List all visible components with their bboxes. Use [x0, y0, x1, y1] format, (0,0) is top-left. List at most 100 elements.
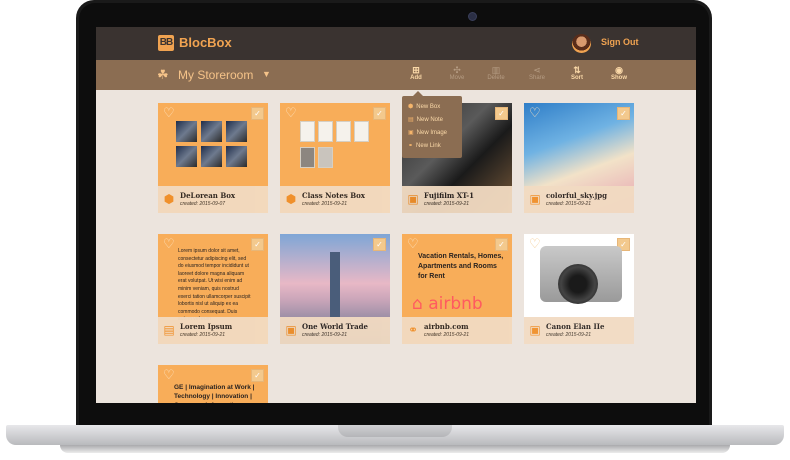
link-preview-text: Vacation Rentals, Homes, Apartments and …	[418, 253, 504, 280]
select-checkbox[interactable]: ✓	[495, 238, 508, 251]
move-button[interactable]: ✣ Move	[440, 65, 474, 81]
logo-icon[interactable]: BB	[158, 35, 174, 51]
add-dropdown-menu: ⬢ New Box ▤ New Note ▣ New Image ⚭ New Link	[402, 91, 462, 158]
note-icon: ▤	[163, 323, 175, 337]
card-date: created: 2015-09-21	[302, 332, 348, 338]
card-title: colorful_sky.jpg	[546, 191, 608, 200]
avatar[interactable]	[572, 34, 591, 53]
menu-item-label: New Image	[416, 130, 448, 136]
card-title: airbnb.com	[424, 322, 469, 331]
heart-icon[interactable]: ♡	[529, 237, 541, 250]
card-title: Lorem Ipsum	[180, 322, 233, 331]
storeroom-title[interactable]: My Storeroom	[178, 68, 253, 82]
card-colorful-sky[interactable]: ♡ ✓ ▣ colorful_sky.jpg created: 2015-09-…	[524, 103, 634, 213]
heart-icon[interactable]: ♡	[529, 106, 541, 119]
note-body: Lorem ipsum dolor sit amet, consectetur …	[178, 248, 251, 322]
card-footer: ▣ colorful_sky.jpg created: 2015-09-21	[524, 186, 634, 213]
card-date: created: 2015-09-21	[302, 201, 348, 207]
chevron-down-icon[interactable]: ▼	[262, 69, 271, 79]
card-footer: ⚭ airbnb.com created: 2015-09-21	[402, 317, 512, 344]
delete-label: Delete	[487, 75, 505, 81]
menu-item-label: New Box	[416, 104, 441, 110]
move-label: Move	[449, 75, 465, 81]
select-checkbox[interactable]: ✓	[251, 238, 264, 251]
card-delorean-box[interactable]: ♡ ✓ ⬢ DeLorean Box created: 2015-09-07	[158, 103, 268, 213]
app-name[interactable]: BlocBox	[179, 35, 232, 51]
share-icon: ⋖	[533, 65, 541, 75]
heart-icon[interactable]: ♡	[163, 237, 175, 250]
sort-icon: ⇅	[573, 65, 581, 75]
laptop-notch	[338, 425, 452, 437]
link-icon: ⚭	[407, 323, 419, 337]
card-footer: ▣ One World Trade created: 2015-09-21	[280, 317, 390, 344]
image-icon: ▣	[407, 192, 419, 206]
card-date: created: 2015-09-21	[424, 332, 470, 338]
menu-item-new-link[interactable]: ⚭ New Link	[408, 140, 441, 152]
card-date: created: 2015-09-21	[424, 201, 470, 207]
card-title: One World Trade	[302, 322, 368, 331]
top-bar: BB BlocBox Sign Out	[96, 27, 696, 60]
card-date: created: 2015-09-21	[546, 332, 592, 338]
camera-lens	[558, 264, 598, 304]
card-lorem-ipsum[interactable]: ♡ ✓ Lorem ipsum dolor sit amet, consecte…	[158, 234, 268, 344]
share-label: Share	[528, 75, 545, 81]
heart-icon[interactable]: ♡	[285, 106, 297, 119]
storeroom-icon: ☘	[157, 67, 169, 82]
select-checkbox[interactable]: ✓	[251, 107, 264, 120]
heart-icon[interactable]: ♡	[163, 368, 175, 381]
card-date: created: 2015-09-07	[180, 201, 226, 207]
share-button[interactable]: ⋖ Share	[520, 65, 554, 81]
add-icon: ⊞	[412, 65, 420, 75]
card-one-world-trade[interactable]: ✓ ▣ One World Trade created: 2015-09-21	[280, 234, 390, 344]
card-title: DeLorean Box	[180, 191, 236, 200]
heart-icon[interactable]: ♡	[407, 237, 419, 250]
heart-icon[interactable]: ♡	[163, 106, 175, 119]
menu-item-label: New Link	[416, 143, 441, 149]
show-button[interactable]: ◉ Show	[602, 65, 636, 81]
laptop-shadow	[60, 445, 730, 453]
airbnb-wordmark: airbnb	[428, 294, 483, 314]
note-icon: ▤	[408, 117, 414, 123]
select-checkbox[interactable]: ✓	[373, 107, 386, 120]
toolbar: ☘ My Storeroom ▼ ⊞ Add ✣ Move ▥ Delete ⋖ Sha…	[96, 60, 696, 90]
card-footer: ⬢ DeLorean Box created: 2015-09-07	[158, 186, 268, 213]
box-icon: ⬢	[408, 104, 414, 110]
card-footer: ▣ Fujifilm XT-1 created: 2015-09-21	[402, 186, 512, 213]
card-title: Fujifilm XT-1	[424, 191, 474, 200]
menu-item-label: New Note	[416, 117, 444, 123]
link-icon: ⚭	[408, 143, 414, 149]
add-button[interactable]: ⊞ Add	[399, 65, 433, 81]
sort-button[interactable]: ⇅ Sort	[560, 65, 594, 81]
camera-icon	[468, 12, 477, 21]
box-thumbnails	[176, 121, 250, 171]
image-icon: ▣	[529, 323, 541, 337]
trash-icon: ▥	[491, 65, 501, 75]
card-airbnb[interactable]: ♡ ✓ Vacation Rentals, Homes, Apartments …	[402, 234, 512, 344]
card-canon-elan[interactable]: ♡ ✓ ▣ Canon Elan IIe created: 2015-09-21	[524, 234, 634, 344]
image-icon: ▣	[408, 130, 414, 136]
menu-item-new-box[interactable]: ⬢ New Box	[408, 101, 440, 113]
card-title: Class Notes Box	[302, 191, 365, 200]
card-footer: ▣ Canon Elan IIe created: 2015-09-21	[524, 317, 634, 344]
menu-item-new-image[interactable]: ▣ New Image	[408, 127, 447, 139]
move-icon: ✣	[453, 65, 461, 75]
show-label: Show	[611, 75, 627, 81]
select-checkbox[interactable]: ✓	[373, 238, 386, 251]
card-date: created: 2015-09-21	[546, 201, 592, 207]
box-icon: ⬢	[285, 192, 297, 206]
card-footer: ▤ Lorem Ipsum created: 2015-09-21	[158, 317, 268, 344]
card-class-notes-box[interactable]: ♡ ✓ ⬢ Class Notes Box created: 2015-09-2…	[280, 103, 390, 213]
image-icon: ▣	[529, 192, 541, 206]
card-date: created: 2015-09-21	[180, 332, 226, 338]
card-ge[interactable]: ♡ ✓ GE | Imagination at Work | Technolog…	[158, 365, 268, 403]
menu-item-new-note[interactable]: ▤ New Note	[408, 114, 443, 126]
sign-out-link[interactable]: Sign Out	[601, 37, 639, 47]
add-label: Add	[410, 75, 422, 81]
airbnb-logo: ⌂ airbnb	[412, 294, 483, 314]
select-checkbox[interactable]: ✓	[251, 369, 264, 382]
select-checkbox[interactable]: ✓	[617, 107, 630, 120]
select-checkbox[interactable]: ✓	[495, 107, 508, 120]
delete-button[interactable]: ▥ Delete	[479, 65, 513, 81]
tower-shape	[330, 252, 340, 322]
box-icon: ⬢	[163, 192, 175, 206]
